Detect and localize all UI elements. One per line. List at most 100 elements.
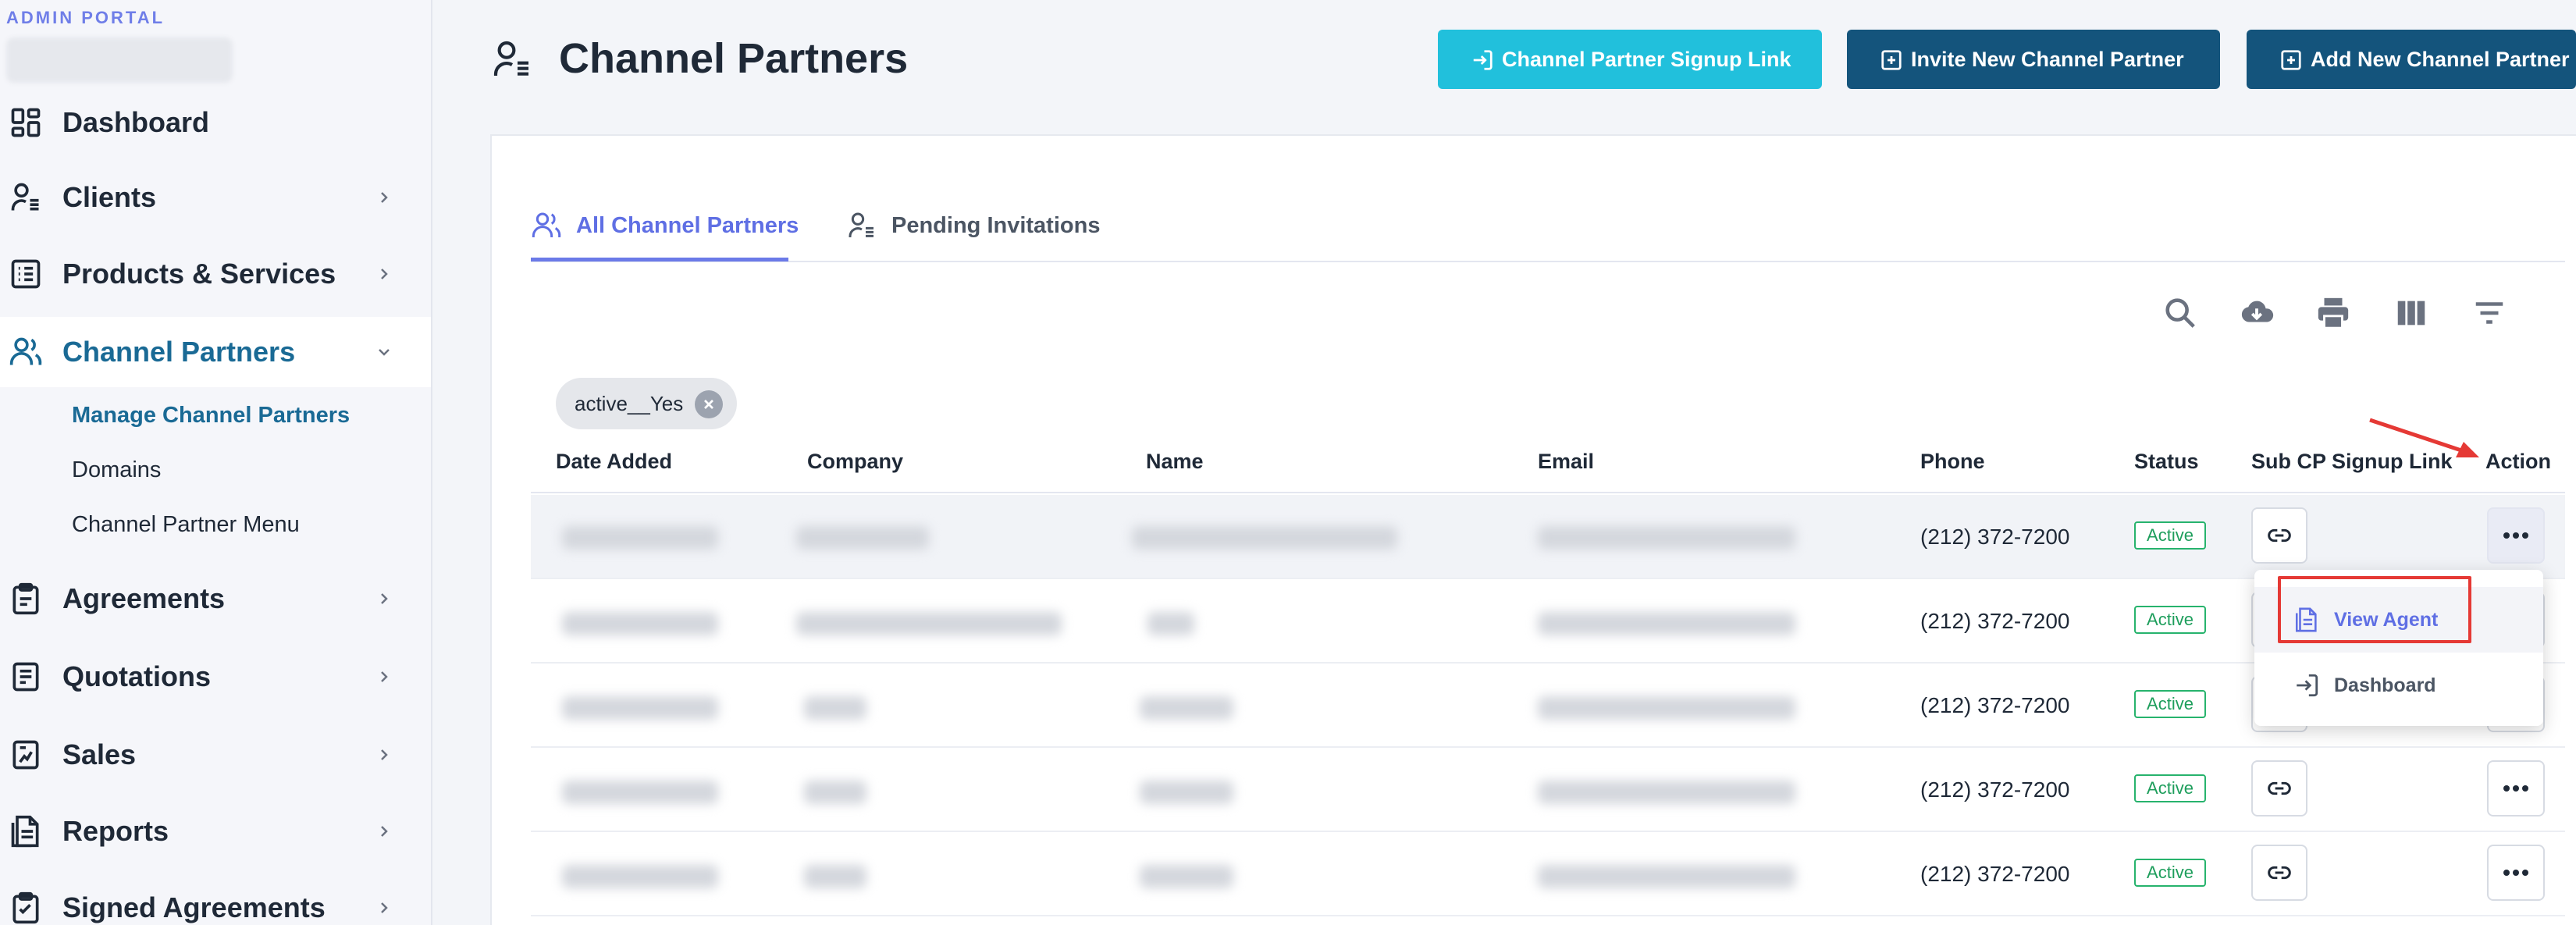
tab-pending-invitations[interactable]: Pending Invitations <box>846 205 1100 247</box>
table-row[interactable]: (212) 372-7200 Active <box>531 495 2565 579</box>
tab-all-channel-partners[interactable]: All Channel Partners <box>531 205 799 247</box>
phone-cell: (212) 372-7200 <box>1920 862 2070 886</box>
redacted-cell <box>796 612 1062 635</box>
redacted-cell <box>1140 696 1233 720</box>
sidebar-item-sales[interactable]: Sales <box>0 720 431 790</box>
redacted-account-name <box>6 37 233 83</box>
link-icon <box>2268 866 2291 880</box>
menu-item-label: Dashboard <box>2334 674 2436 696</box>
button-label: Add New Channel Partner <box>2311 47 2570 71</box>
column-header-phone[interactable]: Phone <box>1920 450 1985 474</box>
sidebar-item-label: Signed Agreements <box>62 891 326 923</box>
row-actions-button[interactable] <box>2487 845 2545 901</box>
sidebar-item-label: Clients <box>62 181 157 213</box>
chevron-down-icon <box>379 349 390 356</box>
phone-cell: (212) 372-7200 <box>1920 525 2070 549</box>
copy-signup-link-button[interactable] <box>2251 507 2307 564</box>
remove-filter-icon[interactable] <box>695 390 723 418</box>
chevron-right-icon <box>381 902 388 913</box>
channel-partner-signup-link-button[interactable]: Channel Partner Signup Link <box>1438 30 1822 89</box>
document-icon <box>2295 607 2317 632</box>
menu-item-label: View Agent <box>2334 608 2439 631</box>
column-header-name[interactable]: Name <box>1146 450 1204 474</box>
sidebar-item-products-services[interactable]: Products & Services <box>0 239 431 309</box>
redacted-cell <box>1538 781 1795 804</box>
sidebar-item-label: Channel Partners <box>62 336 296 368</box>
chevron-right-icon <box>381 749 388 760</box>
chevron-right-icon <box>381 269 388 279</box>
redacted-cell <box>804 696 866 720</box>
search-icon[interactable] <box>2162 295 2198 331</box>
phone-cell: (212) 372-7200 <box>1920 777 2070 802</box>
filter-chip: active__Yes <box>556 378 737 429</box>
redacted-cell <box>562 526 718 550</box>
copy-signup-link-button[interactable] <box>2251 845 2307 901</box>
plus-square-icon <box>1881 50 1902 70</box>
filter-chip-label: active__Yes <box>575 391 684 415</box>
chevron-right-icon <box>381 826 388 837</box>
sidebar: ADMIN PORTAL Dashboard Clients Products … <box>0 0 432 925</box>
more-horizontal-icon <box>2503 532 2528 539</box>
grid-icon <box>8 105 44 141</box>
chevron-right-icon <box>381 671 388 682</box>
sidebar-item-channel-partners[interactable]: Channel Partners <box>0 317 431 387</box>
brand-label: ADMIN PORTAL <box>6 8 165 27</box>
row-actions-button[interactable] <box>2487 507 2545 564</box>
redacted-cell <box>562 696 718 720</box>
filter-icon[interactable] <box>2471 295 2507 331</box>
table-row[interactable]: (212) 372-7200 Active <box>531 748 2565 832</box>
button-label: Channel Partner Signup Link <box>1502 47 1791 71</box>
link-icon <box>2268 528 2291 543</box>
row-actions-menu: View Agent Dashboard <box>2254 570 2543 726</box>
sidebar-subitem-channel-partner-menu[interactable]: Channel Partner Menu <box>72 512 300 538</box>
add-channel-partner-button[interactable]: Add New Channel Partner <box>2247 30 2576 89</box>
status-badge: Active <box>2134 774 2206 802</box>
columns-icon[interactable] <box>2393 295 2429 331</box>
column-header-date-added[interactable]: Date Added <box>556 450 672 474</box>
plus-square-icon <box>2281 50 2301 70</box>
login-arrow-icon <box>2297 674 2318 697</box>
print-icon[interactable] <box>2315 295 2351 331</box>
status-badge: Active <box>2134 690 2206 718</box>
sales-icon <box>8 737 44 773</box>
signed-icon <box>8 890 44 925</box>
link-icon <box>2268 781 2291 795</box>
sidebar-item-reports[interactable]: Reports <box>0 796 431 866</box>
redacted-cell <box>1538 612 1795 635</box>
column-header-email[interactable]: Email <box>1538 450 1594 474</box>
sidebar-subitem-manage-channel-partners[interactable]: Manage Channel Partners <box>72 403 350 429</box>
annotation-arrow-icon <box>2369 418 2479 457</box>
redacted-cell <box>1147 612 1194 635</box>
redacted-cell <box>562 865 718 888</box>
redacted-cell <box>1538 526 1795 550</box>
sidebar-item-signed-agreements[interactable]: Signed Agreements <box>0 873 431 925</box>
copy-signup-link-button[interactable] <box>2251 760 2307 816</box>
menu-item-dashboard[interactable]: Dashboard <box>2254 653 2543 718</box>
redacted-cell <box>562 612 718 635</box>
sidebar-item-label: Quotations <box>62 660 211 692</box>
status-badge: Active <box>2134 606 2206 634</box>
list-icon <box>8 256 44 292</box>
redacted-cell <box>562 781 718 804</box>
more-horizontal-icon <box>2503 785 2528 792</box>
tab-label: Pending Invitations <box>891 212 1101 238</box>
phone-cell: (212) 372-7200 <box>1920 693 2070 717</box>
sidebar-item-dashboard[interactable]: Dashboard <box>0 87 431 158</box>
download-cloud-icon[interactable] <box>2239 295 2275 331</box>
row-actions-button[interactable] <box>2487 760 2545 816</box>
redacted-cell <box>1132 526 1397 550</box>
receipt-icon <box>8 659 44 695</box>
login-arrow-icon <box>1473 50 1493 70</box>
table-row[interactable]: (212) 372-7200 Active <box>531 832 2565 916</box>
sidebar-item-quotations[interactable]: Quotations <box>0 642 431 712</box>
column-header-status[interactable]: Status <box>2134 450 2199 474</box>
sidebar-item-agreements[interactable]: Agreements <box>0 564 431 634</box>
phone-cell: (212) 372-7200 <box>1920 609 2070 633</box>
sidebar-item-clients[interactable]: Clients <box>0 162 431 233</box>
invite-channel-partner-button[interactable]: Invite New Channel Partner <box>1847 30 2220 89</box>
redacted-cell <box>1140 781 1233 804</box>
column-header-company[interactable]: Company <box>807 450 903 474</box>
chevron-right-icon <box>381 192 388 203</box>
sidebar-subitem-domains[interactable]: Domains <box>72 457 161 483</box>
menu-item-view-agent[interactable]: View Agent <box>2254 587 2543 653</box>
